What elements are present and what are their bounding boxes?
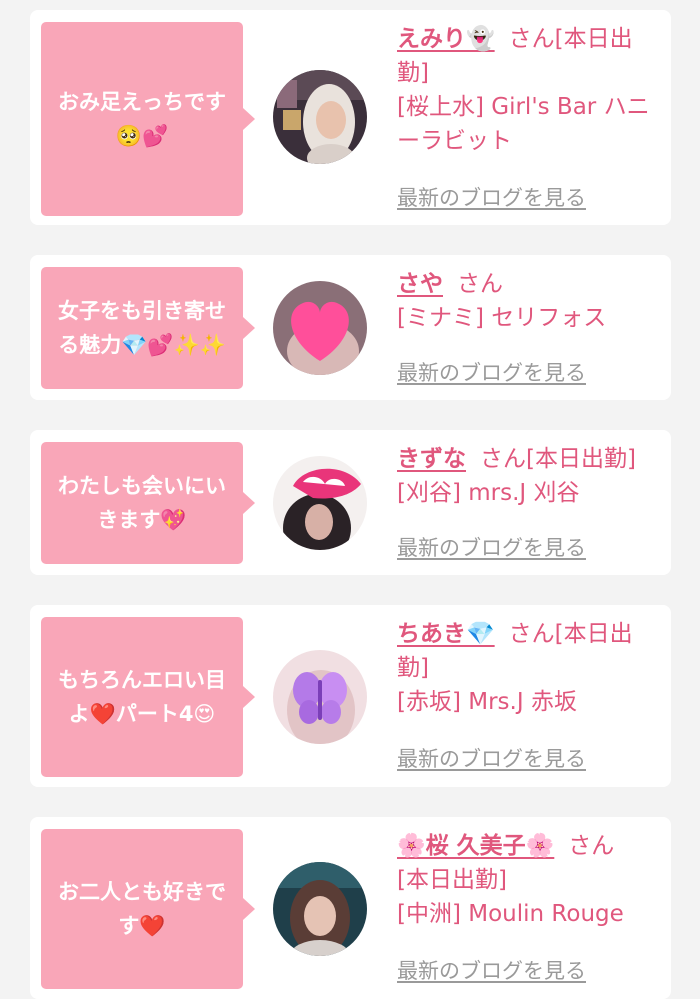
latest-blog-link[interactable]: 最新のブログを見る xyxy=(397,955,586,985)
comment-text: わたしも会いにいきます💖 xyxy=(58,474,226,532)
honorific-status: さん[本日出勤] xyxy=(480,446,636,472)
shop-name: [ミナミ] セリフォス xyxy=(397,305,607,331)
feed-card: 女子をも引き寄せる魅力💎💕✨✨ さや さん [ミナミ] セリフォス 最新のブログを… xyxy=(30,255,671,400)
shop-name: [中洲] Moulin Rouge xyxy=(397,901,624,927)
comment-text: お二人とも好きです❤️ xyxy=(58,880,226,938)
feed-card: おみ足えっちです🥺💕 えみり👻 さん[本日出勤] [桜上水] Girl's Bar… xyxy=(30,10,671,225)
comment-bubble: お二人とも好きです❤️ xyxy=(41,829,255,989)
cast-name-link[interactable]: えみり👻 xyxy=(397,26,495,52)
comment-bubble: 女子をも引き寄せる魅力💎💕✨✨ xyxy=(41,267,255,389)
feed-card: お二人とも好きです❤️ 🌸桜 久美子🌸 さん [本日出勤] [中洲] Moulin… xyxy=(30,817,671,999)
comment-bubble: もちろんエロい目よ❤️パート4😍 xyxy=(41,617,255,777)
avatar[interactable] xyxy=(273,281,367,375)
cast-name-link[interactable]: 🌸桜 久美子🌸 xyxy=(397,833,554,859)
profile-info: えみり👻 さん[本日出勤] [桜上水] Girl's Bar ハニーラビット xyxy=(397,22,655,158)
avatar[interactable] xyxy=(273,650,367,744)
cast-name-link[interactable]: ちあき💎 xyxy=(397,621,495,647)
shop-name: [桜上水] Girl's Bar ハニーラビット xyxy=(397,94,650,154)
profile-info: さや さん [ミナミ] セリフォス xyxy=(397,267,655,335)
latest-blog-link[interactable]: 最新のブログを見る xyxy=(397,357,586,387)
feed-card: わたしも会いにいきます💖 きずな さん[本日出勤] [刈谷] mrs.J 刈谷 最… xyxy=(30,430,671,575)
latest-blog-link[interactable]: 最新のブログを見る xyxy=(397,532,586,562)
profile-info: 🌸桜 久美子🌸 さん [本日出勤] [中洲] Moulin Rouge xyxy=(397,829,655,931)
latest-blog-link[interactable]: 最新のブログを見る xyxy=(397,743,586,773)
latest-blog-link[interactable]: 最新のブログを見る xyxy=(397,182,586,212)
comment-bubble: わたしも会いにいきます💖 xyxy=(41,442,255,564)
avatar[interactable] xyxy=(273,70,367,164)
feed-card: もちろんエロい目よ❤️パート4😍 ちあき💎 さん[本日出勤] [赤坂] Mrs.J… xyxy=(30,605,671,787)
profile-info: きずな さん[本日出勤] [刈谷] mrs.J 刈谷 xyxy=(397,442,655,510)
comment-text: もちろんエロい目よ❤️パート4😍 xyxy=(58,668,226,726)
cast-name-link[interactable]: きずな xyxy=(397,446,466,472)
work-status: [本日出勤] xyxy=(397,867,507,893)
diary-feed: おみ足えっちです🥺💕 えみり👻 さん[本日出勤] [桜上水] Girl's Bar… xyxy=(0,0,700,999)
shop-name: [刈谷] mrs.J 刈谷 xyxy=(397,480,580,506)
avatar[interactable] xyxy=(273,862,367,956)
comment-bubble: おみ足えっちです🥺💕 xyxy=(41,22,255,216)
comment-text: 女子をも引き寄せる魅力💎💕✨✨ xyxy=(58,299,226,357)
avatar[interactable] xyxy=(273,456,367,550)
honorific: さん xyxy=(568,833,615,859)
honorific-status: さん xyxy=(457,271,503,297)
cast-name-link[interactable]: さや xyxy=(397,271,443,297)
profile-info: ちあき💎 さん[本日出勤] [赤坂] Mrs.J 赤坂 xyxy=(397,617,655,719)
shop-name: [赤坂] Mrs.J 赤坂 xyxy=(397,689,577,715)
comment-text: おみ足えっちです🥺💕 xyxy=(58,90,226,148)
